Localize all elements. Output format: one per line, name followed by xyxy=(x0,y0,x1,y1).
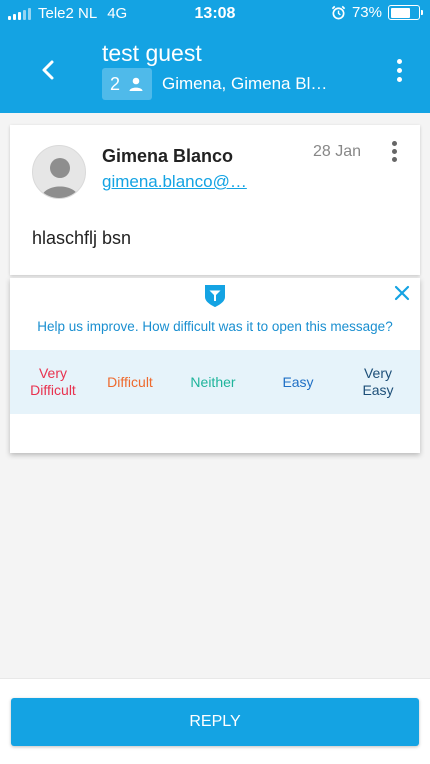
app-header: Tele2 NL 4G 13:08 73% test guest 2 Gimen… xyxy=(0,0,430,113)
message-menu-button[interactable] xyxy=(389,139,399,163)
person-icon xyxy=(129,77,143,91)
option-easy[interactable]: Easy xyxy=(260,350,336,414)
sender-email-link[interactable]: gimena.blanco@… xyxy=(102,172,247,192)
bottom-action-bar: REPLY xyxy=(0,678,430,764)
back-button[interactable] xyxy=(34,56,62,84)
conversation-title: test guest xyxy=(102,40,202,66)
option-label: Difficult xyxy=(107,373,153,390)
survey-options: Very Difficult Difficult Neither Easy Ver… xyxy=(10,350,420,414)
reply-button[interactable]: REPLY xyxy=(11,698,419,746)
participant-count: 2 xyxy=(110,73,121,94)
option-line2: Easy xyxy=(362,382,394,398)
message-date: 28 Jan xyxy=(313,143,362,160)
more-vertical-icon[interactable] xyxy=(392,56,406,84)
status-right: 73% xyxy=(331,4,423,21)
option-line2: Difficult xyxy=(30,382,76,398)
participants-row[interactable]: 2 Gimena, Gimena Bl… xyxy=(102,68,327,100)
user-avatar-icon xyxy=(32,145,86,199)
sender-name: Gimena Blanco xyxy=(102,146,234,166)
option-neither[interactable]: Neither xyxy=(175,350,251,414)
battery-fill xyxy=(390,7,411,18)
message-card: Gimena Blanco gimena.blanco@… 28 Jan hla… xyxy=(10,125,420,275)
feedback-survey: Help us improve. How difficult was it to… xyxy=(10,278,420,453)
option-difficult[interactable]: Difficult xyxy=(92,350,168,414)
chevron-left-icon xyxy=(42,60,54,80)
option-very-difficult[interactable]: Very Difficult xyxy=(13,350,93,414)
alarm-icon xyxy=(331,5,346,20)
option-very-easy[interactable]: Very Easy xyxy=(340,350,416,414)
option-line1: Very xyxy=(38,365,67,381)
option-line1: Very xyxy=(363,365,392,381)
participants-names: Gimena, Gimena Bl… xyxy=(162,74,328,93)
survey-question: Help us improve. How difficult was it to… xyxy=(37,319,393,334)
status-bar: Tele2 NL 4G 13:08 73% xyxy=(0,0,430,30)
shield-logo-icon xyxy=(205,285,225,307)
option-label: Easy xyxy=(282,373,314,390)
option-label: Neither xyxy=(190,373,236,390)
participant-count-badge[interactable]: 2 xyxy=(102,68,153,100)
battery-percent: 73% xyxy=(351,4,382,21)
message-body: hlaschflj bsn xyxy=(32,228,132,248)
close-icon[interactable] xyxy=(393,284,411,302)
battery-icon xyxy=(388,5,423,20)
